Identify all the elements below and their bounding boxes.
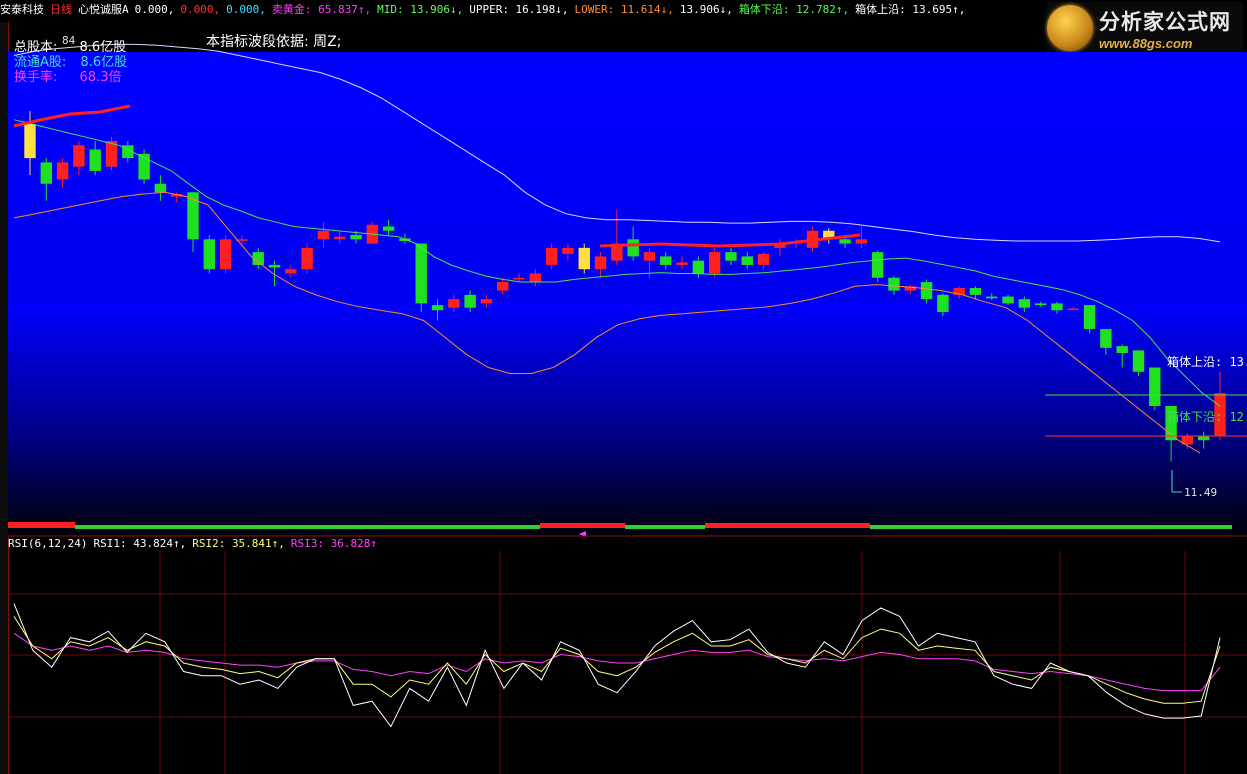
candle-body[interactable] xyxy=(203,239,216,270)
rsi3-line xyxy=(13,632,1221,692)
candle-body[interactable] xyxy=(855,239,868,244)
candle-body[interactable] xyxy=(497,282,509,291)
candle-body[interactable] xyxy=(1034,303,1047,306)
header-box-high: 箱体上沿: 13.695↑, xyxy=(855,3,966,16)
candle-body[interactable] xyxy=(627,239,639,257)
lower-blue-band xyxy=(8,302,1247,537)
candle-body[interactable] xyxy=(24,123,36,159)
header-sell-gold: 卖黄金: 65.837↑, xyxy=(271,3,372,16)
candle-body[interactable] xyxy=(40,162,53,184)
header-upper: UPPER: 16.198↓, xyxy=(469,3,569,16)
header-val3: 0.000, xyxy=(226,3,266,16)
candle-body[interactable] xyxy=(986,296,998,299)
header-lower: LOWER: 11.614↓, xyxy=(574,3,674,16)
rsi-chart[interactable] xyxy=(0,537,1247,774)
candle-body[interactable] xyxy=(1067,308,1079,311)
candle-body[interactable] xyxy=(513,277,525,280)
candle-body[interactable] xyxy=(578,247,590,270)
candle-body[interactable] xyxy=(871,252,884,278)
header-mid: MID: 13.906↓, xyxy=(377,3,464,16)
box-high-label: 箱体上沿: 13.6 xyxy=(1167,354,1247,369)
candle-body[interactable] xyxy=(334,236,346,240)
candle-body[interactable] xyxy=(219,239,232,270)
candle-body[interactable] xyxy=(676,262,688,265)
candle-body[interactable] xyxy=(480,299,493,304)
indicator-note: 本指标波段依据: 周Z; xyxy=(206,34,342,50)
period-label[interactable]: 日线 xyxy=(50,3,78,16)
candle-body[interactable] xyxy=(1132,350,1145,372)
candle-body[interactable] xyxy=(415,243,427,304)
candle-body[interactable] xyxy=(154,183,167,193)
box-low-label: 箱体下沿: 12.7 xyxy=(1167,409,1247,424)
candle-body[interactable] xyxy=(741,256,753,265)
candle-body[interactable] xyxy=(888,277,900,291)
volume-strip-red-2 xyxy=(540,523,625,528)
candle-body[interactable] xyxy=(969,288,982,295)
stock-name[interactable]: 安泰科技 xyxy=(0,3,50,16)
indicator-name[interactable]: 心悦诚服A xyxy=(78,3,135,16)
candle-body[interactable] xyxy=(1018,299,1031,308)
candle-body[interactable] xyxy=(1083,305,1096,330)
candle-body[interactable] xyxy=(1100,329,1112,348)
volume-strip-red-1 xyxy=(8,522,75,528)
candle-body[interactable] xyxy=(73,145,85,167)
volume-strip-green-3 xyxy=(870,525,1232,529)
candle-body[interactable] xyxy=(448,299,460,308)
candle-body[interactable] xyxy=(464,294,476,308)
candle-body[interactable] xyxy=(285,269,297,274)
candle-body[interactable] xyxy=(301,247,313,270)
header-val1: 0.000, xyxy=(134,3,175,16)
volume-strip-red-3 xyxy=(705,523,870,528)
candle-body[interactable] xyxy=(89,149,101,171)
candle-body[interactable] xyxy=(317,230,330,240)
candle-body[interactable] xyxy=(1002,296,1014,304)
candle-body[interactable] xyxy=(56,162,69,180)
info-turnover: 换手率: 68.3倍 xyxy=(14,66,121,85)
candle-body[interactable] xyxy=(562,247,574,254)
candle-body[interactable] xyxy=(692,260,705,274)
candle-body[interactable] xyxy=(643,252,656,261)
candle-body[interactable] xyxy=(1051,303,1063,311)
upper-blue-band xyxy=(8,52,1247,302)
candle-body[interactable] xyxy=(431,305,444,311)
candle-body[interactable] xyxy=(920,282,933,300)
header-val2: 0.000, xyxy=(180,3,221,16)
candle-body[interactable] xyxy=(545,247,558,265)
info-turnover-value: 68.3倍 xyxy=(79,70,122,85)
candle-body[interactable] xyxy=(1116,346,1128,353)
low-marker-label: 11.49 xyxy=(1184,486,1217,499)
candle-body[interactable] xyxy=(382,226,395,231)
candle-body[interactable] xyxy=(529,273,542,283)
candle-body[interactable] xyxy=(1197,435,1210,441)
candle-body[interactable] xyxy=(937,294,949,312)
info-turnover-label: 换手率: xyxy=(14,70,58,85)
candle-body[interactable] xyxy=(268,264,281,268)
price-chart[interactable]: 箱体上沿: 13.6 箱体下沿: 12.7 11.49 84 xyxy=(0,22,1247,537)
candle-body[interactable] xyxy=(757,253,770,265)
volume-strip-green-1 xyxy=(75,525,540,529)
candle-body[interactable] xyxy=(350,235,362,240)
candle-body[interactable] xyxy=(708,252,721,274)
header-box-low: 箱体下沿: 12.782↑, xyxy=(738,3,850,16)
candle-body[interactable] xyxy=(725,252,737,261)
candle-body[interactable] xyxy=(660,256,672,265)
volume-strip-green-2 xyxy=(625,525,705,529)
candle-body[interactable] xyxy=(839,239,851,244)
candle-body[interactable] xyxy=(594,256,607,270)
header-val4: 13.906↓, xyxy=(679,3,733,16)
candle-body[interactable] xyxy=(1149,367,1161,406)
